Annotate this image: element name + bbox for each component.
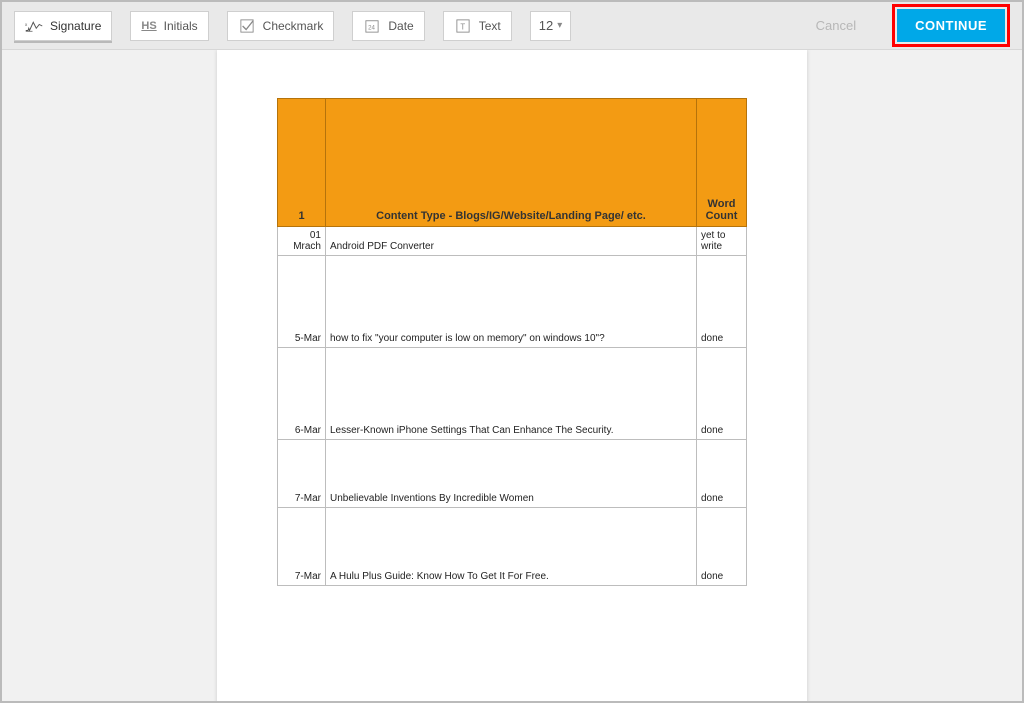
initials-label: Initials (164, 19, 198, 33)
toolbar: x Signature HS Initials Checkmark 24 Dat… (2, 2, 1022, 50)
checkmark-button[interactable]: Checkmark (227, 11, 335, 41)
chevron-down-icon: ▾ (557, 20, 562, 31)
th-col1: 1 (278, 99, 326, 227)
content-table: 1 Content Type - Blogs/IG/Website/Landin… (277, 98, 747, 586)
table-row: 7-Mar Unbelievable Inventions By Incredi… (278, 440, 747, 508)
initials-icon: HS (141, 20, 156, 32)
date-button[interactable]: 24 Date (352, 11, 424, 41)
date-icon: 24 (363, 19, 381, 33)
workspace[interactable]: 1 Content Type - Blogs/IG/Website/Landin… (2, 50, 1022, 701)
checkmark-icon (238, 19, 256, 33)
table-row: 01 Mrach Android PDF Converter yet to wr… (278, 227, 747, 256)
date-label: Date (388, 19, 413, 33)
initials-button[interactable]: HS Initials (130, 11, 208, 41)
svg-text:x: x (25, 22, 28, 27)
svg-text:24: 24 (368, 24, 375, 31)
text-button[interactable]: T Text (443, 11, 512, 41)
continue-button[interactable]: CONTINUE (897, 9, 1005, 42)
signature-button[interactable]: x Signature (14, 11, 112, 41)
th-col2: Content Type - Blogs/IG/Website/Landing … (326, 99, 697, 227)
checkmark-label: Checkmark (263, 19, 324, 33)
text-label: Text (479, 19, 501, 33)
signature-icon: x (25, 19, 43, 33)
cancel-link[interactable]: Cancel (816, 18, 856, 33)
text-icon: T (454, 19, 472, 33)
table-row: 7-Mar A Hulu Plus Guide: Know How To Get… (278, 508, 747, 586)
table-row: 6-Mar Lesser-Known iPhone Settings That … (278, 348, 747, 440)
svg-text:T: T (460, 22, 465, 31)
font-size-value: 12 (539, 18, 553, 33)
continue-highlight: CONTINUE (892, 4, 1010, 47)
font-size-select[interactable]: 12 ▾ (530, 11, 572, 41)
table-row: 5-Mar how to fix "your computer is low o… (278, 256, 747, 348)
document-page[interactable]: 1 Content Type - Blogs/IG/Website/Landin… (217, 50, 807, 701)
signature-label: Signature (50, 19, 101, 33)
th-col3: Word Count (697, 99, 747, 227)
